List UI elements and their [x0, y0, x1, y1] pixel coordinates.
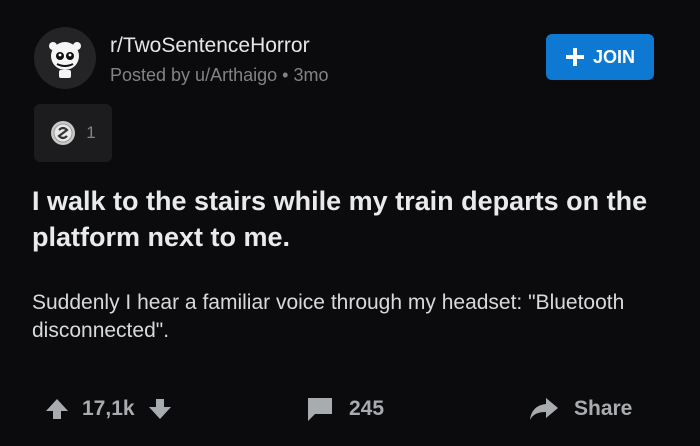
- post-meta: Posted by u/Arthaigo • 3mo: [110, 64, 328, 86]
- subreddit-name[interactable]: r/TwoSentenceHorror: [110, 34, 328, 58]
- comment-count: 245: [349, 397, 385, 420]
- join-button[interactable]: JOIN: [546, 34, 654, 80]
- share-label: Share: [574, 397, 633, 420]
- subreddit-avatar-icon: [49, 42, 81, 78]
- award-count: 1: [86, 123, 96, 142]
- post-age: 3mo: [293, 65, 329, 85]
- share-button[interactable]: Share: [528, 386, 632, 432]
- plus-icon: [565, 48, 584, 66]
- upvote-arrow-icon[interactable]: [44, 396, 70, 422]
- subreddit-avatar[interactable]: [34, 27, 96, 89]
- post-body: Suddenly I hear a familiar voice through…: [32, 291, 625, 342]
- silver-award-icon: [51, 121, 76, 145]
- award-badge[interactable]: 1: [34, 104, 112, 162]
- vote-group: 17,1k: [44, 386, 173, 432]
- post-actions: 17,1k 245 Share: [0, 386, 700, 432]
- post-title[interactable]: I walk to the stairs while my train depa…: [32, 183, 672, 255]
- meta-separator: •: [282, 65, 289, 85]
- share-arrow-icon: [528, 396, 560, 422]
- join-label: JOIN: [592, 46, 635, 67]
- downvote-arrow-icon[interactable]: [147, 396, 173, 422]
- posted-by[interactable]: Posted by u/Arthaigo: [110, 65, 277, 85]
- comment-bubble-icon: [305, 395, 335, 423]
- comments-button[interactable]: 245: [305, 386, 384, 432]
- vote-count: 17,1k: [82, 397, 135, 420]
- post-header: r/TwoSentenceHorror Posted by u/Arthaigo…: [110, 34, 328, 86]
